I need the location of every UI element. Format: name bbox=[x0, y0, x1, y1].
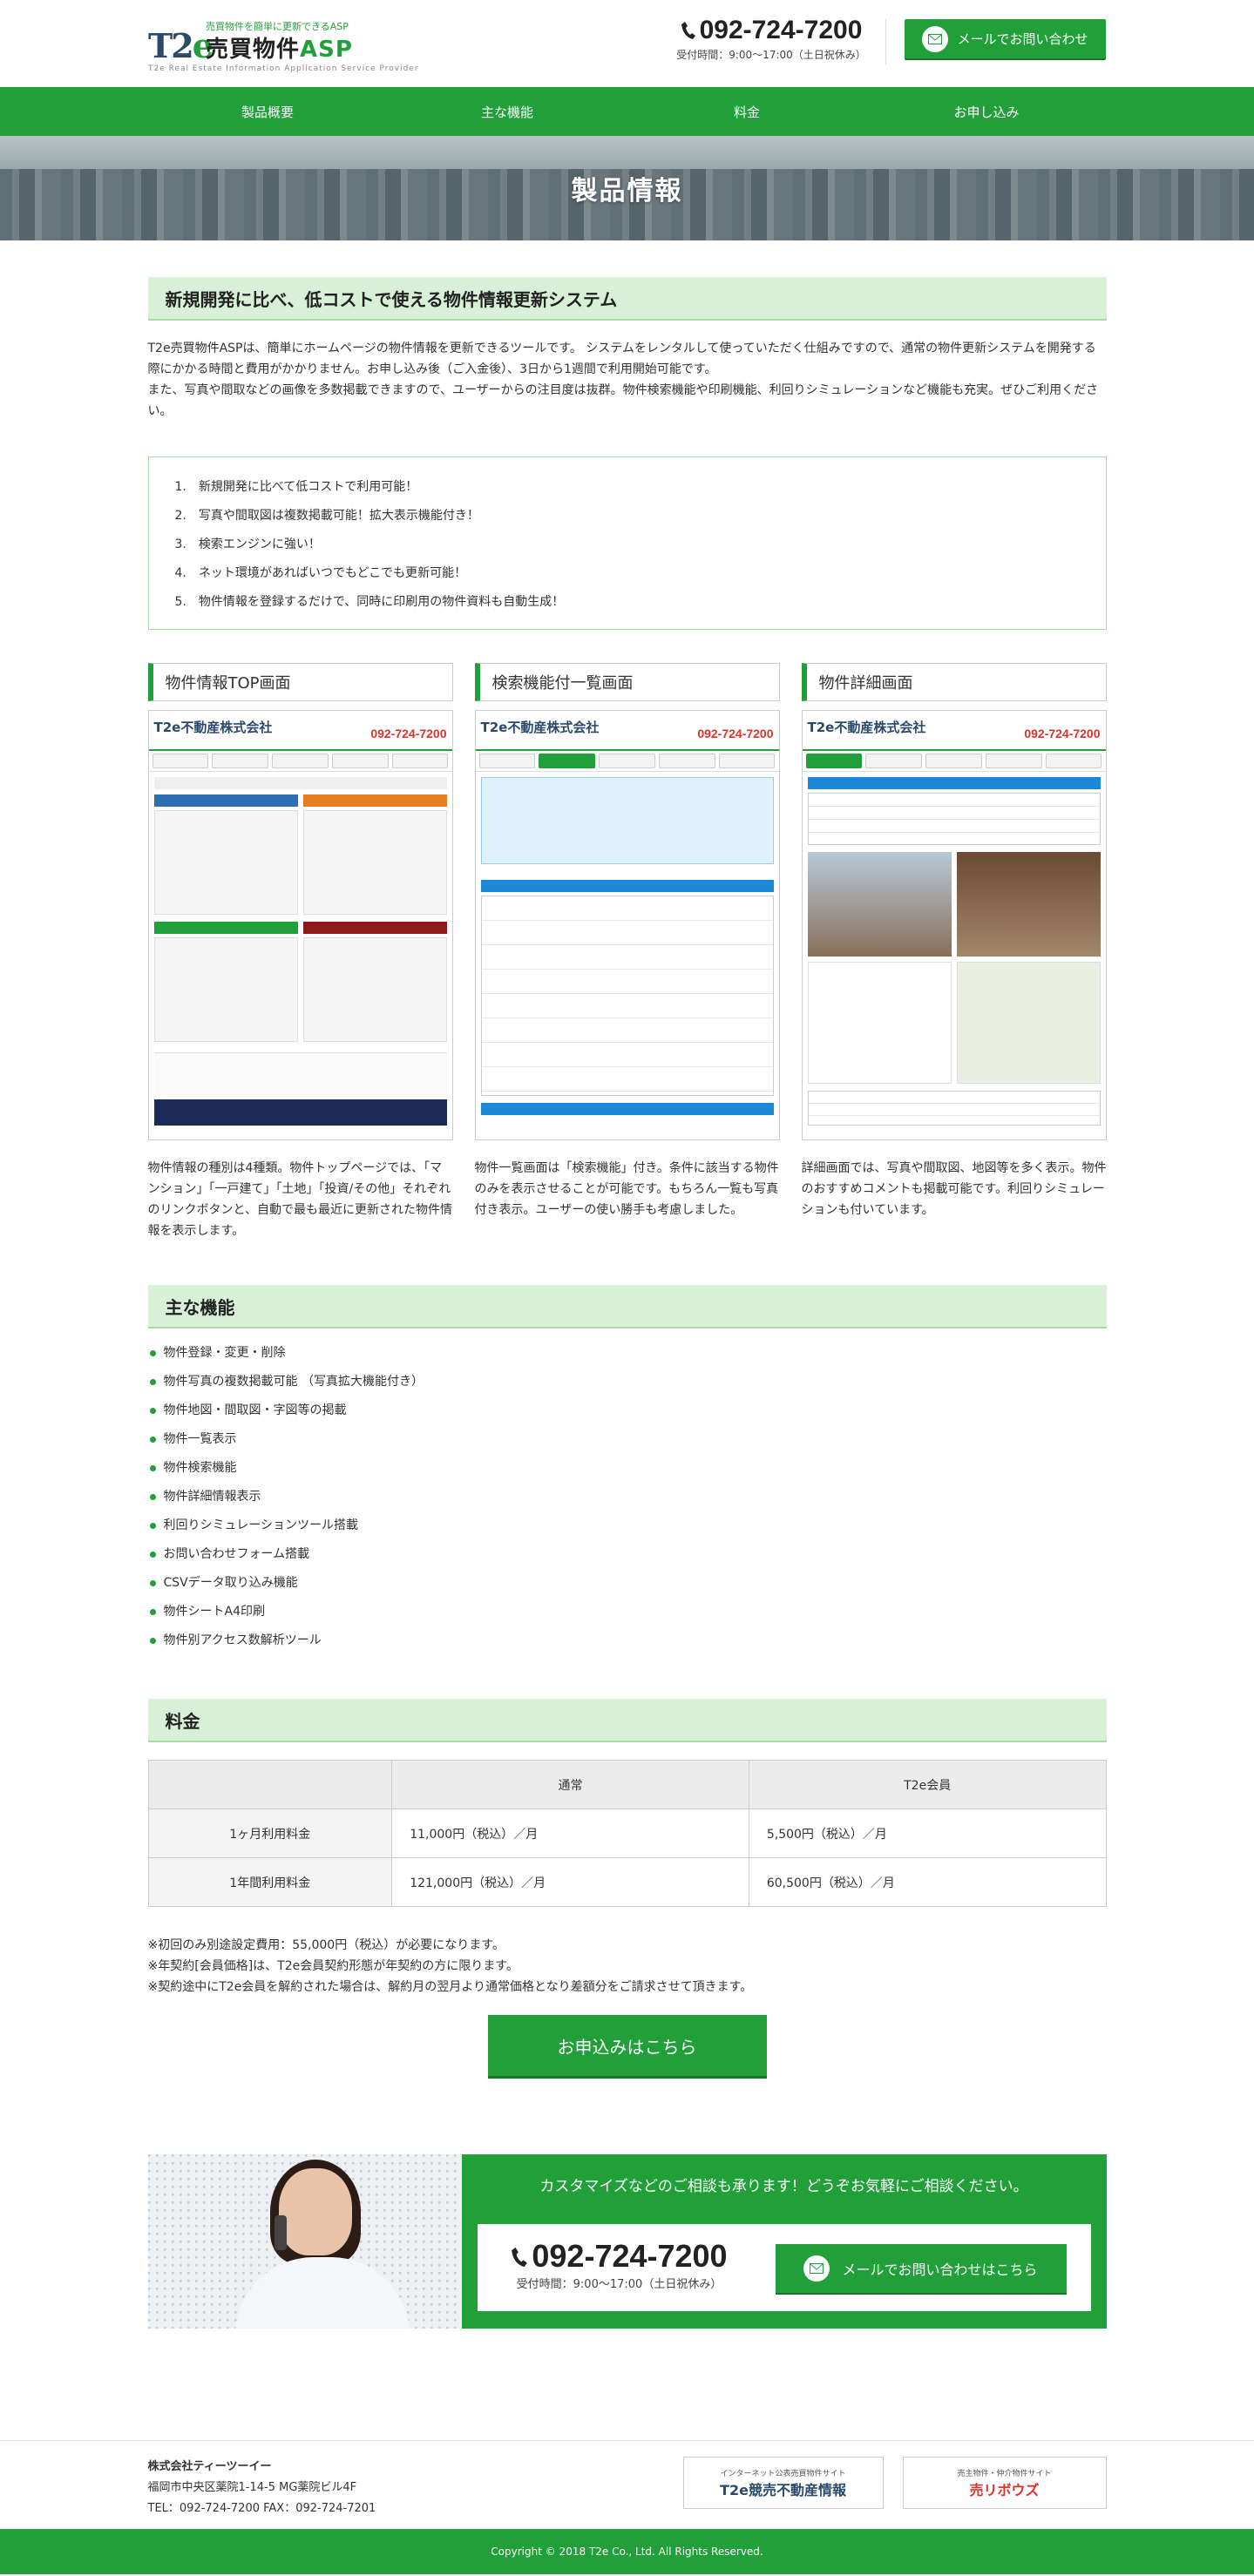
price-heading: 料金 bbox=[147, 1699, 1107, 1742]
phone-icon bbox=[512, 2247, 528, 2268]
header-mail-button[interactable]: メールでお問い合わせ bbox=[905, 19, 1106, 58]
logo-mark: T2e bbox=[148, 26, 214, 65]
header-hours: 受付時間：9:00〜17:00（土日祝休み） bbox=[676, 49, 866, 61]
feature-item: 物件一覧表示 bbox=[149, 1425, 1107, 1454]
screen-detail-image: T2e不動産株式会社 092-724-7200 bbox=[801, 710, 1107, 1140]
overview-section: 新規開発に比べ、低コストで使える物件情報更新システム T2e売買物件ASPは、簡… bbox=[147, 277, 1107, 630]
feature-item: 物件写真の複数掲載可能 （写真拡大機能付き） bbox=[149, 1368, 1107, 1396]
hero-banner: 製品情報 bbox=[0, 136, 1254, 240]
screen-top-title: 物件情報TOP画面 bbox=[147, 663, 453, 701]
screen-detail-title: 物件詳細画面 bbox=[801, 663, 1107, 701]
global-nav: 製品概要 主な機能 料金 お申し込み bbox=[0, 87, 1254, 136]
features-section: 主な機能 物件登録・変更・削除 物件写真の複数掲載可能 （写真拡大機能付き） 物… bbox=[147, 1285, 1107, 1655]
key-point: 5. 物件情報を登録するだけで、同時に印刷用の物件資料も自動生成！ bbox=[174, 595, 565, 609]
header-divider bbox=[885, 19, 886, 64]
feature-item: 物件別アクセス数解析ツール bbox=[149, 1626, 1107, 1655]
contact-phone-number: 092-724-7200 bbox=[532, 2238, 728, 2274]
header-phone: 092-724-7200 受付時間：9:00〜17:00（土日祝休み） bbox=[671, 16, 871, 62]
nav-item-features[interactable]: 主な機能 bbox=[388, 87, 627, 136]
key-point: 3. 検索エンジンに強い！ bbox=[174, 538, 321, 551]
key-point: 4. ネット環境があればいつでもどこでも更新可能！ bbox=[174, 566, 467, 580]
key-point: 1. 新規開発に比べて低コストで利用可能！ bbox=[174, 480, 418, 494]
page-title: 製品情報 bbox=[571, 176, 683, 206]
feature-item: 物件検索機能 bbox=[149, 1454, 1107, 1483]
screen-list-title: 検索機能付一覧画面 bbox=[474, 663, 780, 701]
screen-list-desc: 物件一覧画面は「検索機能」付き。条件に該当する物件のみを表示させることが可能です… bbox=[474, 1161, 779, 1217]
contact-phone: 092-724-7200 受付時間：9:00〜17:00（土日祝休み） bbox=[497, 2238, 742, 2291]
site-logo[interactable]: T2e 売買物件を簡単に更新できるASP 売買物件ASP T2e Real Es… bbox=[148, 19, 418, 73]
features-list: 物件登録・変更・削除 物件写真の複数掲載可能 （写真拡大機能付き） 物件地図・間… bbox=[148, 1339, 1107, 1655]
feature-item: 利回りシミュレーションツール搭載 bbox=[149, 1511, 1107, 1540]
feature-item: CSVデータ取り込み機能 bbox=[149, 1569, 1107, 1598]
features-heading: 主な機能 bbox=[147, 1285, 1107, 1329]
price-col-header: 通常 bbox=[391, 1760, 749, 1809]
screen-detail: 物件詳細画面 T2e不動産株式会社 092-724-7200 詳細画面では、写真… bbox=[801, 663, 1107, 1241]
contact-title: カスタマイズなどのご相談も承ります！どうぞお気軽にご相談ください。 bbox=[539, 2178, 1028, 2195]
phone-icon bbox=[681, 22, 695, 39]
feature-item: 物件詳細情報表示 bbox=[149, 1483, 1107, 1511]
price-section: 料金 通常 T2e会員 1ヶ月利用料金 11,000円（税込）／月 5,500円… bbox=[147, 1699, 1107, 2076]
key-points-box: 1. 新規開発に比べて低コストで利用可能！ 2. 写真や間取図は複数掲載可能！拡… bbox=[147, 456, 1107, 630]
price-normal: 121,000円（税込）／月 bbox=[391, 1857, 749, 1907]
price-col-header bbox=[147, 1760, 393, 1809]
price-table: 通常 T2e会員 1ヶ月利用料金 11,000円（税込）／月 5,500円（税込… bbox=[147, 1760, 1107, 1907]
price-normal: 11,000円（税込）／月 bbox=[391, 1809, 749, 1858]
contact-mail-button[interactable]: メールでお問い合わせはこちら bbox=[775, 2244, 1067, 2293]
feature-item: 物件シートA4印刷 bbox=[149, 1598, 1107, 1626]
site-footer: 株式会社ティーツーイー 福岡市中央区薬院1-14-5 MG薬院ビル4F TEL：… bbox=[0, 2440, 1254, 2529]
feature-item: 物件登録・変更・削除 bbox=[149, 1339, 1107, 1368]
contact-banner: カスタマイズなどのご相談も承ります！どうぞお気軽にご相談ください。 092-72… bbox=[147, 2154, 1107, 2329]
feature-item: 物件地図・間取図・字図等の掲載 bbox=[149, 1396, 1107, 1425]
screen-list: 検索機能付一覧画面 T2e不動産株式会社 092-724-7200 物件一覧画面… bbox=[474, 663, 780, 1241]
table-row: 1ヶ月利用料金 11,000円（税込）／月 5,500円（税込）／月 bbox=[147, 1809, 1107, 1858]
price-col-header: T2e会員 bbox=[748, 1760, 1107, 1809]
header-phone-number: 092-724-7200 bbox=[699, 16, 863, 44]
operator-photo bbox=[147, 2154, 462, 2329]
copyright: Copyright © 2018 T2e Co., Ltd. All Right… bbox=[0, 2529, 1254, 2574]
price-row-label: 1ヶ月利用料金 bbox=[147, 1809, 393, 1858]
nav-item-overview[interactable]: 製品概要 bbox=[148, 87, 388, 136]
ribouzu-site-banner[interactable]: 売主物件・仲介物件サイト 売リボウズ bbox=[902, 2457, 1107, 2509]
key-point: 2. 写真や間取図は複数掲載可能！拡大表示機能付き！ bbox=[174, 509, 479, 523]
mail-icon bbox=[922, 25, 949, 52]
nav-item-apply[interactable]: お申し込み bbox=[867, 87, 1107, 136]
auction-site-banner[interactable]: インターネット公表売買物件サイト T2e競売不動産情報 bbox=[682, 2457, 884, 2509]
contact-hours: 受付時間：9:00〜17:00（土日祝休み） bbox=[516, 2278, 722, 2291]
screen-detail-desc: 詳細画面では、写真や間取図、地図等を多く表示。物件のおすすめコメントも掲載可能で… bbox=[801, 1161, 1107, 1217]
price-row-label: 1年間利用料金 bbox=[147, 1857, 393, 1907]
screen-top-desc: 物件情報の種別は4種類。物件トップページでは、「マンション」「一戸建て」「土地」… bbox=[147, 1161, 452, 1238]
screen-list-image: T2e不動産株式会社 092-724-7200 bbox=[474, 710, 780, 1140]
logo-name: 売買物件ASP bbox=[206, 37, 353, 63]
footer-company: 株式会社ティーツーイー 福岡市中央区薬院1-14-5 MG薬院ビル4F TEL：… bbox=[147, 2460, 376, 2515]
header-mail-label: メールでお問い合わせ bbox=[957, 31, 1088, 47]
site-header: T2e 売買物件を簡単に更新できるASP 売買物件ASP T2e Real Es… bbox=[0, 0, 1254, 87]
nav-item-price[interactable]: 料金 bbox=[627, 87, 867, 136]
table-row: 1年間利用料金 121,000円（税込）／月 60,500円（税込）／月 bbox=[147, 1857, 1107, 1907]
overview-heading: 新規開発に比べ、低コストで使える物件情報更新システム bbox=[147, 277, 1107, 321]
screen-top-image: T2e不動産株式会社 092-724-7200 bbox=[147, 710, 453, 1140]
mail-icon bbox=[803, 2255, 830, 2282]
price-member: 5,500円（税込）／月 bbox=[748, 1809, 1107, 1858]
logo-subtitle: T2e Real Estate Information Application … bbox=[148, 64, 419, 73]
screens-row: 物件情報TOP画面 T2e不動産株式会社 092-724-7200 物件情報の種… bbox=[147, 663, 1107, 1241]
overview-intro: T2e売買物件ASPは、簡単にホームページの物件情報を更新できるツールです。 シ… bbox=[147, 341, 1099, 418]
screen-top: 物件情報TOP画面 T2e不動産株式会社 092-724-7200 物件情報の種… bbox=[147, 663, 453, 1241]
apply-button[interactable]: お申込みはこちら bbox=[487, 2015, 767, 2076]
main-content: 新規開発に比べ、低コストで使える物件情報更新システム T2e売買物件ASPは、簡… bbox=[147, 277, 1107, 2329]
price-member: 60,500円（税込）／月 bbox=[748, 1857, 1107, 1907]
feature-item: お問い合わせフォーム搭載 bbox=[149, 1540, 1107, 1569]
price-notes: ※初回のみ別途設定費用：55,000円（税込）が必要になります。 ※年契約[会員… bbox=[147, 1938, 753, 1994]
